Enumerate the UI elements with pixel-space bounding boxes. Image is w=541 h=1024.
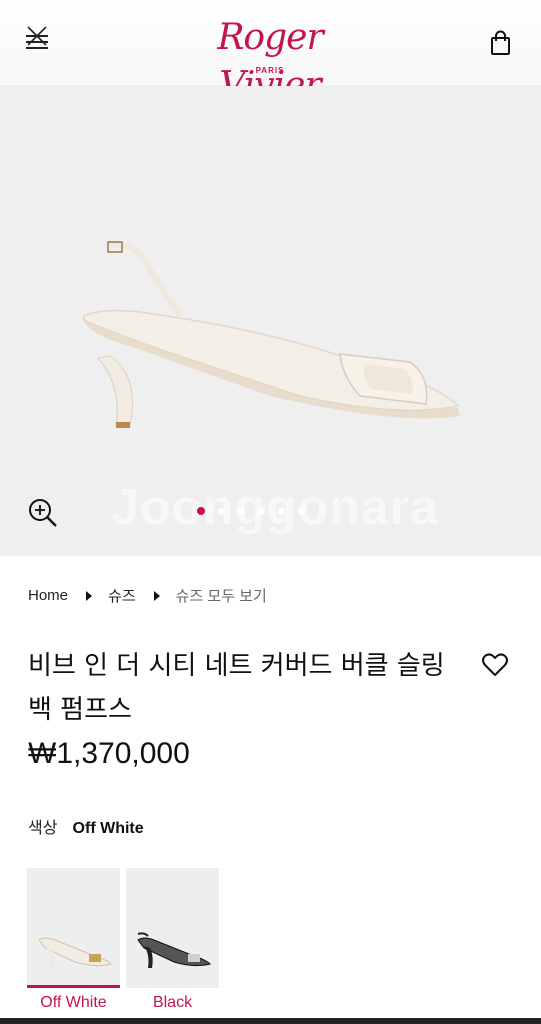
zoom-icon[interactable] [26, 496, 60, 530]
breadcrumb-shoes[interactable]: 슈즈 [108, 585, 136, 606]
product-image-shoe [82, 241, 460, 428]
breadcrumb-home[interactable]: Home [28, 587, 68, 604]
swatch-black[interactable]: Black [126, 868, 219, 1018]
breadcrumb: Home 슈즈 슈즈 모두 보기 [28, 585, 267, 606]
bottom-bar [0, 1018, 541, 1024]
shopping-bag-icon[interactable] [488, 30, 514, 56]
site-header: Roger Vivier PARIS [0, 0, 541, 106]
swatch-off-white[interactable]: Off White [27, 868, 120, 1018]
product-image-carousel[interactable]: Joonggonara [0, 86, 541, 556]
selected-color-value: Off White [72, 820, 144, 837]
carousel-dot[interactable] [278, 507, 285, 515]
breadcrumb-separator-icon [86, 590, 93, 601]
carousel-dot[interactable] [298, 507, 305, 515]
logo-subtitle: PARIS [255, 66, 285, 75]
breadcrumb-separator-icon [153, 590, 160, 601]
breadcrumb-current[interactable]: 슈즈 모두 보기 [176, 585, 267, 606]
carousel-dots [197, 506, 305, 516]
swatch-image [126, 868, 219, 988]
color-label: 색상 [28, 818, 58, 837]
swatch-label: Black [152, 994, 193, 1011]
swatch-image [27, 868, 120, 988]
product-price: ₩1,370,000 [28, 737, 190, 770]
product-title: 비브 인 더 시티 네트 커버드 버클 슬링백 펌프스 [28, 651, 445, 725]
wishlist-heart-icon[interactable] [481, 652, 509, 678]
color-selection-row: 색상 Off White [28, 814, 144, 838]
color-swatches: Off White Black [27, 868, 219, 1018]
menu-close-icon[interactable] [22, 25, 52, 55]
swatch-label: Off White [40, 994, 107, 1011]
carousel-dot[interactable] [197, 507, 205, 515]
carousel-dot[interactable] [238, 507, 245, 515]
carousel-dot[interactable] [218, 507, 225, 515]
carousel-dot[interactable] [258, 507, 265, 515]
brand-logo[interactable]: Roger Vivier PARIS [170, 14, 370, 106]
